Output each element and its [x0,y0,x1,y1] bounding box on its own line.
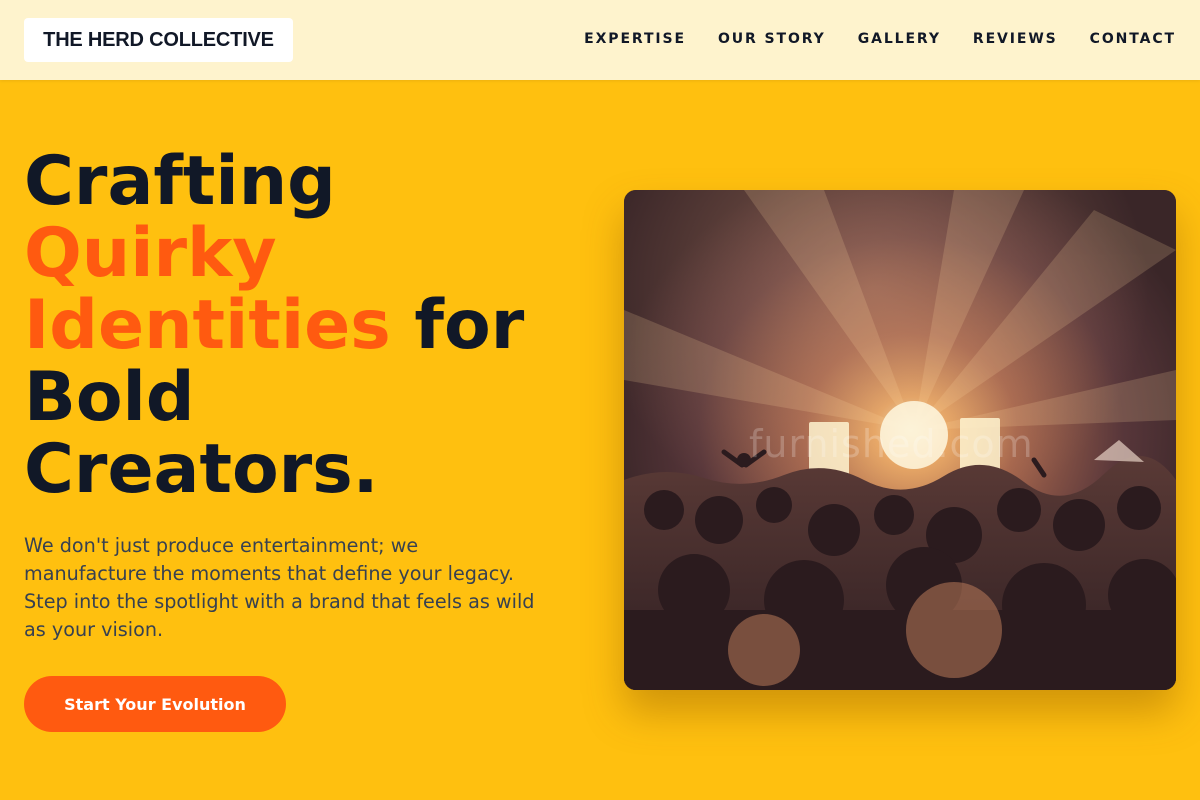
concert-crowd-image: furnished.com [624,190,1176,690]
nav-item-contact[interactable]: CONTACT [1090,31,1176,47]
headline-part-bold: Bold [24,358,195,437]
nav-item-our-story[interactable]: OUR STORY [718,31,826,47]
headline-part-crafting: Crafting [24,142,336,221]
site-header: THE HERD COLLECTIVE EXPERTISE OUR STORY … [0,0,1200,80]
brand-logo[interactable]: THE HERD COLLECTIVE [24,18,293,62]
headline-part-for: for [390,286,525,365]
hero-description: We don't just produce entertainment; we … [24,534,535,641]
headline-part-creators: Creators. [24,430,379,509]
nav-item-expertise[interactable]: EXPERTISE [584,31,686,47]
image-watermark: furnished.com [749,422,1034,466]
headline-accent-quirky: Quirky [24,214,277,293]
nav-item-reviews[interactable]: REVIEWS [973,31,1058,47]
hero-headline: Crafting Quirky Identities for Bold Creators… [24,146,584,506]
start-your-evolution-button[interactable]: Start Your Evolution [24,676,286,732]
headline-accent-identities: Identities [24,286,391,365]
main-nav: EXPERTISE OUR STORY GALLERY REVIEWS CONT… [584,30,1176,48]
nav-item-gallery[interactable]: GALLERY [858,31,941,47]
